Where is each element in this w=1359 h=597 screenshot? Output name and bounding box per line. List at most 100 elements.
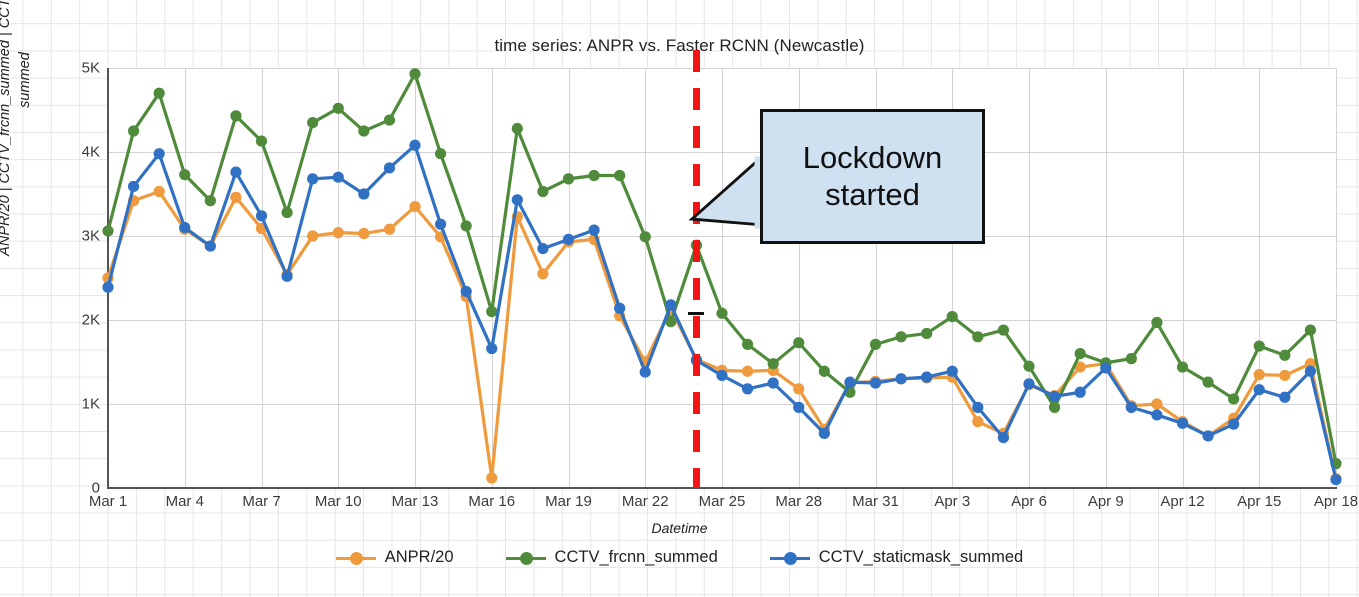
data-point[interactable]	[434, 218, 447, 230]
data-point[interactable]	[741, 383, 754, 395]
data-point[interactable]	[1279, 391, 1291, 403]
data-point[interactable]	[997, 432, 1010, 444]
data-point[interactable]	[153, 87, 165, 99]
data-point[interactable]	[1151, 316, 1163, 329]
data-point[interactable]	[1253, 384, 1265, 396]
data-point[interactable]	[588, 224, 600, 236]
data-point[interactable]	[255, 135, 268, 147]
data-point[interactable]	[383, 114, 396, 126]
data-point[interactable]	[1304, 365, 1317, 377]
data-point[interactable]	[102, 225, 114, 237]
data-point[interactable]	[1176, 417, 1189, 429]
data-point[interactable]	[434, 148, 447, 160]
data-point[interactable]	[1279, 369, 1291, 382]
data-point[interactable]	[1023, 360, 1035, 372]
data-point[interactable]	[997, 324, 1010, 336]
data-point[interactable]	[307, 173, 319, 185]
data-point[interactable]	[1151, 409, 1163, 421]
data-point[interactable]	[537, 243, 549, 255]
data-point[interactable]	[230, 191, 242, 203]
data-point[interactable]	[767, 358, 779, 370]
data-point[interactable]	[895, 331, 907, 343]
data-point[interactable]	[332, 171, 344, 183]
data-point[interactable]	[946, 365, 958, 377]
chart-container[interactable]: time series: ANPR vs. Faster RCNN (Newca…	[0, 0, 1359, 597]
data-point[interactable]	[307, 230, 319, 242]
data-point[interactable]	[1023, 378, 1035, 390]
data-point[interactable]	[153, 148, 165, 160]
data-point[interactable]	[1048, 401, 1061, 413]
data-point[interactable]	[793, 401, 805, 413]
data-point[interactable]	[1074, 386, 1086, 398]
data-point[interactable]	[1228, 418, 1240, 430]
data-point[interactable]	[895, 373, 907, 385]
data-point[interactable]	[972, 331, 984, 343]
data-point[interactable]	[1048, 390, 1061, 403]
data-point[interactable]	[972, 401, 984, 413]
data-point[interactable]	[1125, 353, 1137, 365]
data-point[interactable]	[1074, 348, 1086, 360]
data-point[interactable]	[281, 270, 293, 282]
data-point[interactable]	[946, 311, 958, 323]
data-point[interactable]	[1253, 369, 1265, 381]
legend-item-CCTV_staticmask_summed[interactable]: CCTV_staticmask_summed	[769, 548, 1023, 567]
data-point[interactable]	[767, 377, 779, 389]
data-point[interactable]	[204, 195, 216, 207]
data-point[interactable]	[818, 427, 830, 439]
data-point[interactable]	[127, 125, 140, 137]
data-point[interactable]	[486, 342, 498, 355]
data-point[interactable]	[332, 102, 344, 114]
data-point[interactable]	[460, 220, 472, 232]
data-point[interactable]	[869, 377, 882, 389]
data-point[interactable]	[614, 302, 626, 314]
data-point[interactable]	[741, 338, 754, 350]
data-point[interactable]	[179, 222, 191, 234]
data-point[interactable]	[818, 365, 830, 377]
data-point[interactable]	[537, 268, 549, 280]
data-point[interactable]	[562, 173, 575, 185]
data-point[interactable]	[741, 365, 754, 377]
data-point[interactable]	[409, 68, 421, 80]
data-point[interactable]	[665, 299, 677, 311]
data-point[interactable]	[1125, 401, 1137, 413]
data-point[interactable]	[921, 371, 933, 383]
data-point[interactable]	[409, 201, 421, 213]
data-point[interactable]	[1228, 393, 1240, 405]
data-point[interactable]	[869, 338, 882, 350]
lockdown-callout[interactable]: Lockdown started	[688, 109, 985, 244]
data-point[interactable]	[716, 307, 728, 319]
data-point[interactable]	[460, 285, 472, 298]
data-point[interactable]	[332, 227, 344, 239]
data-point[interactable]	[358, 125, 370, 137]
data-point[interactable]	[281, 206, 293, 219]
legend-item-CCTV_frcnn_summed[interactable]: CCTV_frcnn_summed	[505, 548, 718, 567]
data-point[interactable]	[921, 327, 933, 340]
data-point[interactable]	[486, 472, 498, 484]
data-point[interactable]	[204, 240, 216, 252]
data-point[interactable]	[1176, 361, 1189, 373]
data-point[interactable]	[1253, 340, 1265, 352]
data-point[interactable]	[1202, 430, 1214, 442]
data-point[interactable]	[409, 139, 421, 151]
data-point[interactable]	[153, 185, 165, 198]
data-point[interactable]	[358, 227, 370, 240]
data-point[interactable]	[562, 233, 575, 245]
plot-area[interactable]	[102, 50, 1342, 489]
data-point[interactable]	[844, 376, 856, 388]
data-point[interactable]	[639, 231, 651, 243]
data-point[interactable]	[383, 223, 396, 235]
data-point[interactable]	[230, 166, 242, 178]
chart-legend[interactable]: ANPR/20 CCTV_frcnn_summed CCTV_staticmask_…	[0, 548, 1359, 567]
data-point[interactable]	[358, 188, 370, 200]
data-point[interactable]	[639, 366, 651, 378]
data-point[interactable]	[127, 180, 140, 193]
data-point[interactable]	[230, 110, 242, 122]
data-point[interactable]	[588, 169, 600, 182]
data-point[interactable]	[1151, 398, 1163, 410]
data-point[interactable]	[972, 416, 984, 428]
data-point[interactable]	[1330, 474, 1342, 486]
data-point[interactable]	[179, 169, 191, 181]
data-point[interactable]	[1202, 376, 1214, 388]
data-point[interactable]	[614, 169, 626, 182]
data-point[interactable]	[102, 281, 114, 293]
